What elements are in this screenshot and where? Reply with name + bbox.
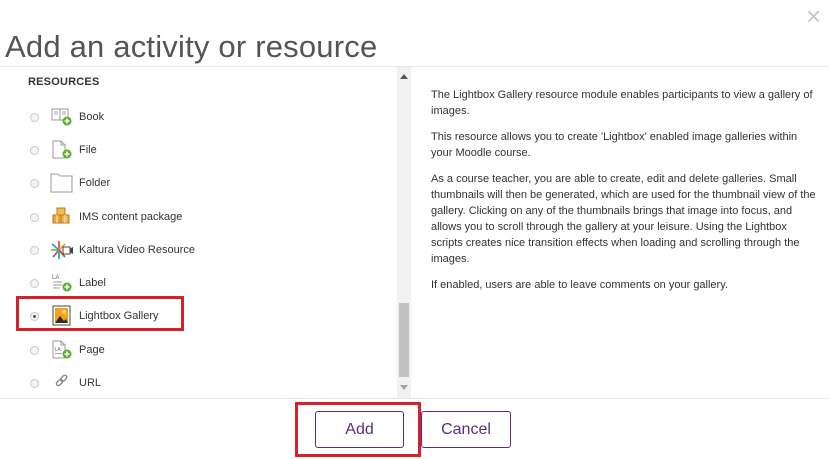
module-label: URL <box>79 377 102 389</box>
radio-kaltura[interactable] <box>30 245 39 255</box>
book-icon <box>51 108 72 126</box>
module-item-file[interactable]: File <box>30 138 370 162</box>
close-icon[interactable]: × <box>806 3 821 29</box>
module-label: File <box>79 144 97 156</box>
kaltura-video-icon <box>51 241 73 259</box>
label-icon: LA <box>52 275 72 292</box>
dialog-title: Add an activity or resource <box>5 28 378 64</box>
ims-package-icon <box>52 207 70 224</box>
highlight-box-lightbox-gallery <box>16 296 184 331</box>
cancel-button[interactable]: Cancel <box>421 411 511 448</box>
radio-ims[interactable] <box>30 212 39 222</box>
svg-text:LA: LA <box>55 347 62 353</box>
module-label: Kaltura Video Resource <box>79 244 195 256</box>
section-title: RESOURCES <box>28 76 100 88</box>
scroll-up-arrow-icon[interactable] <box>400 74 408 79</box>
radio-book[interactable] <box>30 112 39 122</box>
scroll-down-arrow-icon[interactable] <box>400 385 408 390</box>
file-icon <box>52 140 72 159</box>
radio-page[interactable] <box>30 345 39 355</box>
radio-url[interactable] <box>30 378 39 388</box>
module-label: IMS content package <box>79 211 183 223</box>
description-paragraph: If enabled, users are able to leave comm… <box>431 279 728 291</box>
description-paragraph: As a course teacher, you are able to cre… <box>431 173 816 265</box>
link-icon <box>55 374 68 387</box>
highlight-box-add-button <box>295 402 421 457</box>
module-item-folder[interactable]: Folder <box>30 171 370 195</box>
module-item-label[interactable]: LA Label <box>30 271 370 295</box>
scrollbar-thumb[interactable] <box>399 303 409 377</box>
module-item-url[interactable]: URL <box>30 371 370 395</box>
radio-label[interactable] <box>30 278 39 288</box>
module-list: RESOURCES Book File Folder IMS content p… <box>0 67 397 398</box>
module-item-ims[interactable]: IMS content package <box>30 205 370 229</box>
module-label: Page <box>79 344 105 356</box>
module-label: Label <box>79 277 106 289</box>
module-item-kaltura[interactable]: Kaltura Video Resource <box>30 238 370 262</box>
module-description: The Lightbox Gallery resource module ena… <box>431 87 816 303</box>
module-label: Book <box>79 111 105 123</box>
radio-folder[interactable] <box>30 178 39 188</box>
module-label: Folder <box>79 177 111 189</box>
page-icon: LA <box>52 340 72 359</box>
folder-icon <box>50 173 73 193</box>
module-item-book[interactable]: Book <box>30 105 370 129</box>
radio-file[interactable] <box>30 145 39 155</box>
list-scrollbar[interactable] <box>397 67 411 398</box>
description-paragraph: This resource allows you to create 'Ligh… <box>431 131 798 159</box>
svg-text:LA: LA <box>52 275 59 281</box>
module-item-page[interactable]: LA Page <box>30 338 370 362</box>
footer-divider <box>0 398 829 399</box>
description-paragraph: The Lightbox Gallery resource module ena… <box>431 89 813 117</box>
